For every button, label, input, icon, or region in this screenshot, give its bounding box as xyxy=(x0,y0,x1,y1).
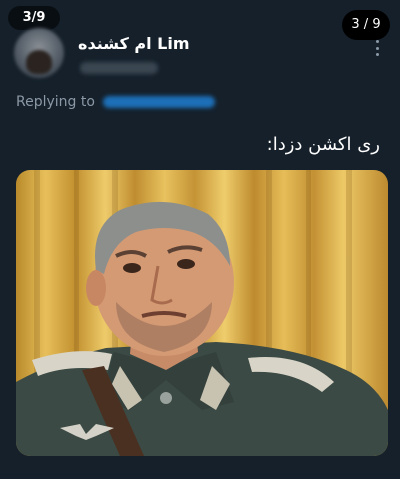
replying-to-label: Replying to xyxy=(16,94,95,110)
tweet-media-image[interactable] xyxy=(16,170,388,456)
author-name[interactable]: ام کشنده Lim xyxy=(78,34,190,53)
replying-to-handle-blurred[interactable] xyxy=(103,96,216,108)
media-viewer-counter: 3 / 9 xyxy=(342,10,390,40)
tweet-text: ری اکشن دزدا: xyxy=(266,134,380,155)
more-vertical-icon[interactable] xyxy=(372,40,382,56)
image-counter-badge: 3/9 xyxy=(8,6,60,30)
man-in-uniform-image xyxy=(16,170,388,456)
author-handle-blurred[interactable] xyxy=(80,62,158,74)
replying-to-line: Replying to xyxy=(16,94,216,110)
avatar[interactable] xyxy=(14,28,64,78)
